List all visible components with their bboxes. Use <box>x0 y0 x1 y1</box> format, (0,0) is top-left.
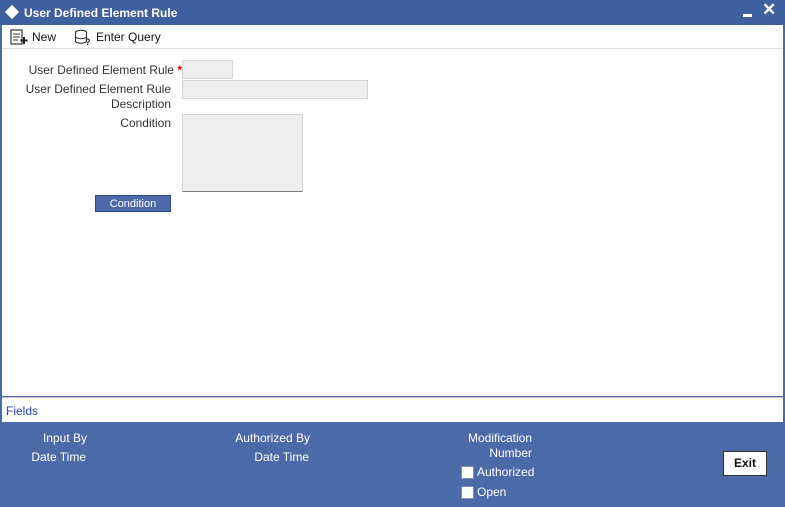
new-button[interactable]: New <box>10 28 56 46</box>
exit-button[interactable]: Exit <box>723 451 767 476</box>
description-label-line1: User Defined Element Rule <box>25 82 171 96</box>
minimize-button[interactable] <box>743 14 752 17</box>
description-label-line2: Description <box>110 97 171 111</box>
authorized-date-time-label: Date Time <box>254 450 309 464</box>
authorized-by-label: Authorized By <box>235 431 310 445</box>
description-field-label: User Defined Element Rule Description <box>2 82 171 112</box>
new-document-icon <box>10 29 28 45</box>
condition-textarea[interactable] <box>182 114 303 192</box>
enter-query-label: Enter Query <box>96 30 161 44</box>
rule-field-label: User Defined Element Rule * <box>2 63 182 77</box>
condition-label: Condition <box>120 116 171 130</box>
user-defined-element-rule-window: User Defined Element Rule ✕ New ? Enter … <box>0 0 785 507</box>
fields-bar: Fields <box>2 397 783 422</box>
authorized-checkbox-label: Authorized <box>477 465 535 479</box>
condition-button[interactable]: Condition <box>95 195 171 212</box>
authorized-checkbox-row[interactable]: Authorized <box>461 465 534 479</box>
close-button[interactable]: ✕ <box>762 1 776 18</box>
title-bar: User Defined Element Rule ✕ <box>0 0 785 25</box>
form-content: New ? Enter Query User Defined Element R… <box>2 25 783 396</box>
input-date-time-label: Date Time <box>31 450 86 464</box>
modification-label: Modification <box>467 431 532 445</box>
window-diamond-icon <box>4 4 20 20</box>
enter-query-button[interactable]: ? Enter Query <box>74 28 161 46</box>
open-checkbox-label: Open <box>477 485 507 499</box>
window-title: User Defined Element Rule <box>24 6 178 20</box>
description-input[interactable] <box>182 80 368 99</box>
svg-text:?: ? <box>85 37 91 46</box>
open-checkbox-row[interactable]: Open <box>461 485 506 499</box>
new-button-label: New <box>32 30 57 44</box>
open-checkbox[interactable] <box>461 485 474 499</box>
authorized-checkbox[interactable] <box>461 465 474 479</box>
fields-link[interactable]: Fields <box>6 404 38 418</box>
rule-label-text: User Defined Element Rule <box>28 63 174 77</box>
database-query-icon: ? <box>74 29 91 46</box>
toolbar: New ? Enter Query <box>2 25 783 49</box>
input-by-label: Input By <box>42 431 87 445</box>
rule-input[interactable] <box>182 60 233 79</box>
audit-footer: Input By Date Time Authorized By Date Ti… <box>0 423 785 507</box>
modification-number-label: Number <box>489 446 532 460</box>
